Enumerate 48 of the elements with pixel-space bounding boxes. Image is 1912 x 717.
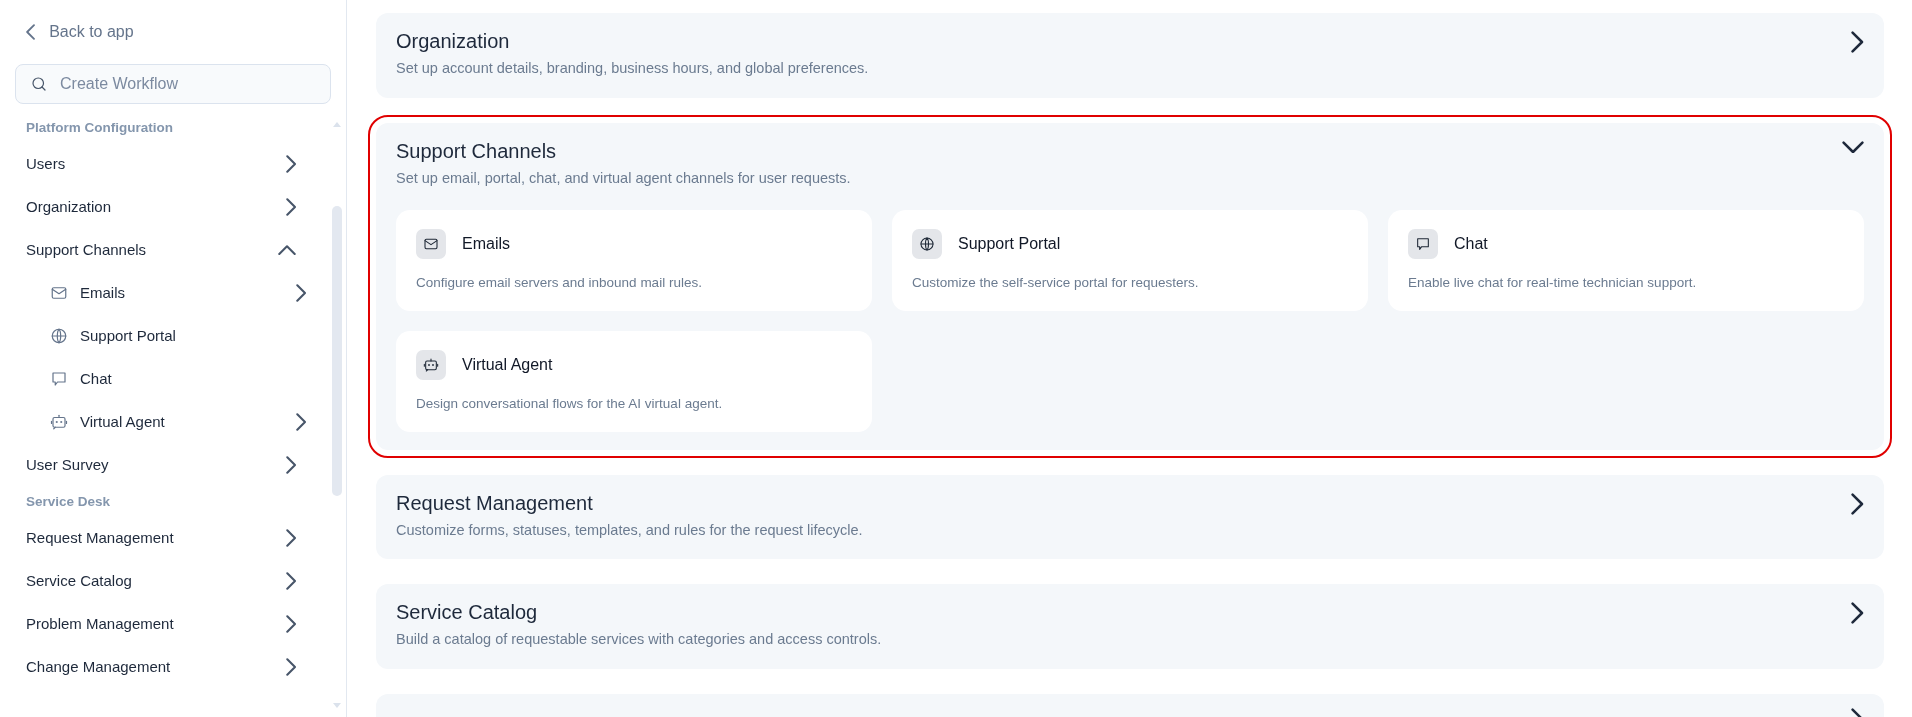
robot-icon [50,412,68,431]
section-description: Set up email, portal, chat, and virtual agent channels for user requests. [396,168,852,188]
search-field[interactable]: Create Workflow [15,64,331,104]
back-link[interactable]: Back to app [0,0,346,44]
card-title: Support Portal [958,233,1061,254]
channel-card[interactable]: Virtual Agent Design conversational flows for the AI virtual agent. [396,330,872,432]
scrollbar-drawing[interactable] [332,120,342,710]
section-description: Customize forms, statuses, templates, and rules for the request lifecycle. [396,520,864,540]
sidebar-item[interactable]: Virtual Agent [0,400,322,444]
sidebar-item[interactable]: Request Management [0,516,322,560]
chat-bubble-icon [50,369,68,388]
sidebar-item[interactable]: Chat [0,357,322,401]
card-title: Emails [462,233,510,254]
globe-icon [919,235,935,252]
sidebar-item[interactable]: Service Catalog [0,559,322,603]
back-icon [26,24,36,40]
sidebar-item[interactable]: Problem Management [0,602,322,646]
section-title: Service Catalog [396,600,539,625]
sidebar-item[interactable]: User Survey [0,443,322,487]
chat-bubble-icon [1415,235,1431,252]
section-heading: Platform Configuration [25,119,174,137]
section-description: Build a catalog of requestable services with categories and access controls. [396,630,883,650]
chevron-down-icon[interactable] [1842,140,1864,154]
section-heading: Service Desk [25,493,112,512]
robot-icon [423,356,439,373]
channel-card[interactable]: Support Portal Customize the self-service portal for requesters. [892,209,1368,311]
sidebar-item[interactable]: Emails [0,271,322,315]
section-title: Support Channels [396,138,558,163]
sidebar-item[interactable]: Support Channels [0,228,322,272]
card-description: Customize the self-service portal for requesters. [912,273,1200,292]
channel-card[interactable]: Chat Enable live chat for real-time technician support. [1388,209,1864,311]
card-title: Virtual Agent [462,354,553,375]
sidebar-item[interactable]: Support Portal [0,314,322,358]
sidebar-item[interactable]: Users [0,142,322,186]
channel-card[interactable]: Emails Configure email servers and inbound mail rules. [396,209,872,311]
section-title: Request Management [396,490,594,515]
section-title: Organization [396,29,511,53]
sidebar-item[interactable]: Organization [0,185,322,229]
card-description: Enable live chat for real-time technician support. [1408,273,1698,292]
card-title: Chat [1454,233,1488,254]
card-description: Design conversational flows for the AI virtual agent. [416,394,724,413]
chevron-right-icon[interactable] [1851,602,1864,625]
section-description: Set up account details, branding, business hours, and global preferences. [396,59,870,78]
chevron-right-icon[interactable] [1851,492,1864,515]
chevron-right-icon[interactable] [1851,31,1864,53]
card-description: Configure email servers and inbound mail rules. [416,273,703,292]
globe-icon [50,326,68,345]
sidebar-item[interactable]: Change Management [0,645,322,689]
